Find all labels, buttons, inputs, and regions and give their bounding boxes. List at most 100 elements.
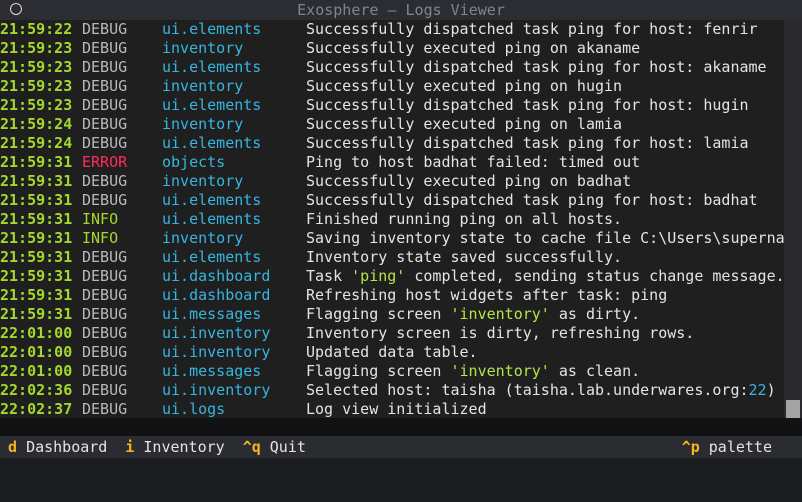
log-time: 21:59:22 [0, 20, 73, 38]
log-message: Successfully dispatched task ping for ho… [306, 191, 758, 209]
log-time: 22:01:00 [0, 343, 73, 361]
log-level: DEBUG [82, 362, 128, 380]
log-source: ui.elements [162, 134, 262, 152]
log-source: ui.messages [162, 305, 262, 323]
log-level: DEBUG [82, 324, 128, 342]
log-row: 21:59:23 DEBUG inventory Successfully execu… [0, 39, 784, 58]
log-time: 21:59:23 [0, 58, 73, 76]
log-message: Successfully executed ping on badhat [306, 172, 632, 190]
log-level: DEBUG [82, 96, 128, 114]
log-message: Successfully executed ping on lamia [306, 115, 623, 133]
scrollbar-track[interactable] [784, 20, 802, 418]
log-row: 22:01:00 DEBUG ui.inventory Inventory scree… [0, 324, 784, 343]
log-level: DEBUG [82, 39, 128, 57]
log-level: DEBUG [82, 115, 128, 133]
log-level: DEBUG [82, 58, 128, 76]
log-level: DEBUG [82, 134, 128, 152]
log-level: DEBUG [82, 381, 128, 399]
palette-key: ^p [681, 438, 700, 456]
log-message: Refreshing host widgets after task: ping [306, 286, 668, 304]
log-level: DEBUG [82, 191, 128, 209]
log-row: 21:59:31 DEBUG ui.messages Flagging screen … [0, 305, 784, 324]
log-row: 21:59:22 DEBUG ui.elements Successfully dis… [0, 20, 784, 39]
log-row: 22:01:00 DEBUG ui.messages Flagging screen … [0, 362, 784, 381]
log-source: inventory [162, 77, 244, 95]
log-message: Successfully executed ping on hugin [306, 77, 623, 95]
footer-bar: d Dashboard i Inventory ^q Quit ^p palette [0, 436, 802, 458]
log-message: Successfully executed ping on akaname [306, 39, 641, 57]
log-source: ui.inventory [162, 381, 271, 399]
log-level: INFO [82, 229, 119, 247]
footer-bindings: d Dashboard i Inventory ^q Quit [8, 436, 324, 458]
binding-inventory[interactable]: i Inventory [125, 438, 224, 456]
log-source: ui.elements [162, 191, 262, 209]
log-row: 21:59:31 DEBUG ui.dashboard Task 'ping' com… [0, 267, 784, 286]
log-source: ui.dashboard [162, 267, 271, 285]
log-source: inventory [162, 229, 244, 247]
log-time: 21:59:24 [0, 134, 73, 152]
log-time: 22:02:37 [0, 400, 73, 418]
log-source: ui.logs [162, 400, 226, 418]
log-level: DEBUG [82, 20, 128, 38]
binding-label: Inventory [143, 438, 225, 456]
palette-label: palette [708, 438, 772, 456]
log-time: 21:59:31 [0, 305, 73, 323]
log-time: 21:59:31 [0, 153, 73, 171]
log-row: 21:59:31 INFO ui.elements Finished running … [0, 210, 784, 229]
log-message: Log view initialized [306, 400, 487, 418]
log-time: 22:02:36 [0, 381, 73, 399]
palette-binding[interactable]: ^p palette [682, 436, 772, 458]
binding-quit[interactable]: ^q Quit [243, 438, 306, 456]
log-message: Successfully dispatched task ping for ho… [306, 20, 758, 38]
log-message: Successfully dispatched task ping for ho… [306, 134, 749, 152]
binding-key: ^q [242, 438, 261, 456]
log-source: inventory [162, 115, 244, 133]
log-message: Saving inventory state to cache file C:\… [306, 229, 784, 247]
log-source: ui.dashboard [162, 286, 271, 304]
log-row: 21:59:31 DEBUG inventory Successfully execu… [0, 172, 784, 191]
log-time: 22:01:00 [0, 362, 73, 380]
log-time: 21:59:31 [0, 191, 73, 209]
log-level: DEBUG [82, 172, 128, 190]
log-time: 21:59:23 [0, 39, 73, 57]
log-source: ui.inventory [162, 324, 271, 342]
log-row: 22:01:00 DEBUG ui.inventory Updated data ta… [0, 343, 784, 362]
log-view[interactable]: 21:59:22 DEBUG ui.elements Successfully dis… [0, 20, 784, 418]
log-level: DEBUG [82, 343, 128, 361]
binding-label: Quit [269, 438, 306, 456]
scrollbar-thumb[interactable] [786, 400, 800, 418]
log-source: inventory [162, 172, 244, 190]
log-source: ui.elements [162, 96, 262, 114]
log-level: DEBUG [82, 400, 128, 418]
log-message: Successfully dispatched task ping for ho… [306, 58, 767, 76]
log-row: 21:59:31 INFO inventory Saving inventory st… [0, 229, 784, 248]
log-message: Successfully dispatched task ping for ho… [306, 96, 749, 114]
log-message: Task 'ping' completed, sending status ch… [306, 267, 784, 285]
window-circle-icon[interactable] [10, 3, 22, 15]
log-row: 22:02:37 DEBUG ui.logs Log view initialized [0, 400, 784, 418]
log-row: 21:59:24 DEBUG ui.elements Successfully dis… [0, 134, 784, 153]
log-time: 21:59:31 [0, 229, 73, 247]
title-bar: Exosphere — Logs Viewer [0, 0, 802, 20]
log-time: 21:59:31 [0, 286, 73, 304]
log-message: Updated data table. [306, 343, 478, 361]
log-row: 21:59:23 DEBUG inventory Successfully execu… [0, 77, 784, 96]
log-row: 21:59:24 DEBUG inventory Successfully execu… [0, 115, 784, 134]
binding-dashboard[interactable]: d Dashboard [8, 438, 107, 456]
log-message: Ping to host badhat failed: timed out [306, 153, 641, 171]
log-row: 22:02:36 DEBUG ui.inventory Selected host: … [0, 381, 784, 400]
log-level: DEBUG [82, 267, 128, 285]
log-message: Finished running ping on all hosts. [306, 210, 623, 228]
binding-label: Dashboard [26, 438, 108, 456]
log-source: ui.elements [162, 58, 262, 76]
log-time: 21:59:31 [0, 172, 73, 190]
log-time: 21:59:23 [0, 77, 73, 95]
log-row: 21:59:23 DEBUG ui.elements Successfully dis… [0, 96, 784, 115]
log-level: INFO [82, 210, 119, 228]
log-level: DEBUG [82, 77, 128, 95]
log-message: Selected host: taisha (taisha.lab.underw… [306, 381, 776, 399]
log-time: 21:59:31 [0, 210, 73, 228]
log-level: DEBUG [82, 248, 128, 266]
log-message: Inventory state saved successfully. [306, 248, 623, 266]
binding-key: d [8, 438, 18, 456]
